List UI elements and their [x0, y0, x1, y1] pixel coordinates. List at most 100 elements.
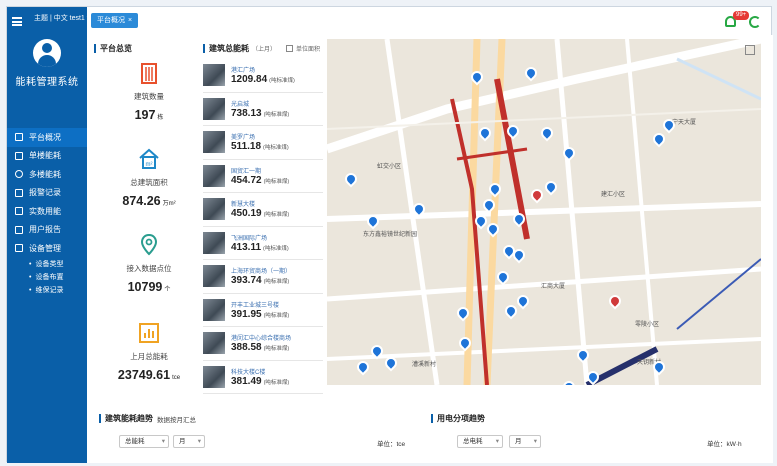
building-name: 开丰工业城三号楼	[231, 302, 280, 309]
ranking-list: 港汇广场 1209.84 (吨标准煤) 光启城 738.13 (吨标准煤) 美罗广场 51…	[203, 59, 323, 394]
list-item[interactable]: 港汇广场 1209.84 (吨标准煤)	[203, 59, 323, 93]
list-item[interactable]: 国贸汇一期 454.72 (吨标准煤)	[203, 160, 323, 193]
panel-title: 用电分项趋势	[431, 413, 485, 424]
trend-unit: 单位：tce	[377, 441, 406, 448]
energy-value: 738.13 (吨标准煤)	[231, 107, 290, 119]
building-thumbnail	[203, 365, 225, 388]
list-item[interactable]: 新慧大楼 450.19 (吨标准煤)	[203, 193, 323, 227]
map-label: 汇商大厦	[541, 284, 566, 290]
map-streets	[327, 39, 761, 385]
trend-period-select[interactable]: 月	[173, 435, 205, 448]
list-item[interactable]: 上海环贸商场（一期） 393.74 (吨标准煤)	[203, 260, 323, 294]
sidebar-item-label: 实数用能	[29, 206, 61, 216]
monitor-icon	[15, 133, 23, 142]
energy-value: 1209.84 (吨标准煤)	[231, 74, 295, 86]
sidebar-item-label: 单楼能耗	[29, 151, 61, 161]
sidebar-item-label: 设备管理	[29, 243, 61, 253]
stat-label: 上月总能耗	[130, 352, 168, 361]
building-energy-ranking: 建筑总能耗 （上月） 单位面积 港汇广场 1209.84 (吨标准煤) 光启城 738…	[203, 43, 323, 394]
tab-label: 平台概况	[97, 17, 125, 24]
svg-text:m²: m²	[146, 162, 153, 168]
list-item[interactable]: 飞洲国际广场 413.11 (吨标准煤)	[203, 227, 323, 260]
stat-building-count: 建筑数量 197 栋	[94, 61, 204, 122]
list-item[interactable]: 港闵汇中心综合楼商场 388.58 (吨标准煤)	[203, 327, 323, 361]
building-name: 科技大楼C楼	[231, 369, 266, 376]
building-name: 光启城	[231, 101, 250, 108]
stat-last-month-energy: 上月总能耗 23749.61 tce	[94, 321, 204, 382]
notification-badge: 99+	[733, 11, 750, 20]
platform-overview-panel: 平台总览 建筑数量 197 栋 m² 总建筑面积 874.26 万m² 接入数据…	[94, 43, 204, 389]
energy-value: 450.19 (吨标准煤)	[231, 208, 290, 220]
sidebar: 能耗管理系统 平台概况 单楼能耗 多楼能耗 报警记录 实数用能 用户报告 设备管…	[7, 7, 87, 463]
building-thumbnail	[203, 332, 225, 355]
sidebar-item-label: 报警记录	[29, 188, 61, 198]
sidebar-subitem-device-type[interactable]: 设备类型	[7, 258, 87, 271]
panel-title: 平台总览	[94, 43, 204, 54]
sidebar-item-user-report[interactable]: 用户报告	[7, 221, 87, 240]
bottom-panels: 建筑能耗趋势数据按月汇总 总能耗 月 单位：tce 用电分项趋势 总电耗 月 单…	[87, 405, 773, 463]
list-item[interactable]: 开丰工业城三号楼 391.95 (吨标准煤)	[203, 294, 323, 327]
sidebar-nav: 平台概况 单楼能耗 多楼能耗 报警记录 实数用能 用户报告 设备管理 • 设备类…	[7, 128, 87, 297]
building-name: 新慧大楼	[231, 202, 256, 209]
energy-value: 391.95 (吨标准煤)	[231, 308, 290, 320]
breakdown-period-select[interactable]: 月	[509, 435, 541, 448]
sidebar-item-single-building[interactable]: 单楼能耗	[7, 147, 87, 166]
building-icon	[141, 63, 157, 84]
building-name: 飞洲国际广场	[231, 235, 268, 242]
sidebar-subitem-device-layout[interactable]: 设备布置	[7, 271, 87, 284]
stat-value: 10799 个	[127, 280, 171, 294]
energy-value: 393.74 (吨标准煤)	[231, 275, 290, 287]
stat-label: 建筑数量	[134, 92, 164, 101]
document-icon	[15, 188, 23, 197]
panel-title: 建筑总能耗	[203, 43, 249, 54]
fullscreen-icon[interactable]	[745, 45, 755, 55]
sidebar-item-device-management[interactable]: 设备管理	[7, 239, 87, 258]
building-thumbnail	[203, 298, 225, 321]
map-label: 虹交小区	[377, 164, 402, 170]
building-name: 国贸汇一期	[231, 168, 262, 175]
refresh-icon[interactable]	[749, 16, 761, 28]
clock-icon	[15, 170, 23, 179]
network-icon	[15, 207, 23, 216]
building-thumbnail	[203, 164, 225, 187]
breakdown-metric-select[interactable]: 总电耗	[457, 435, 503, 448]
energy-value: 511.18 (吨标准煤)	[231, 141, 289, 153]
list-item[interactable]: 美罗广场 511.18 (吨标准煤)	[203, 126, 323, 160]
energy-value: 454.72 (吨标准煤)	[231, 174, 290, 186]
avatar[interactable]	[33, 39, 61, 67]
house-icon: m²	[139, 148, 159, 169]
stat-total-area: m² 总建筑面积 874.26 万m²	[94, 147, 204, 208]
stat-value: 23749.61 tce	[117, 368, 181, 382]
building-map[interactable]: 虹交小区 东方鑫裕镜世纪新园 建汇小区 零陵小区 天钥新村 漕溪新村 宁天大厦 …	[327, 39, 761, 385]
sidebar-item-multi-building[interactable]: 多楼能耗	[7, 165, 87, 184]
map-label: 建汇小区	[601, 192, 626, 198]
tools-icon	[15, 244, 23, 253]
tab-platform-overview[interactable]: 平台概况 ×	[91, 13, 139, 28]
energy-value: 413.11 (吨标准煤)	[231, 241, 289, 253]
stat-label: 总建筑面积	[130, 178, 168, 187]
list-item[interactable]: 科技大楼C楼 381.49 (吨标准煤)	[203, 361, 323, 394]
sidebar-subitem-maintenance[interactable]: 维保记录	[7, 284, 87, 297]
sidebar-item-label: 多楼能耗	[29, 169, 61, 179]
power-breakdown-panel: 用电分项趋势	[431, 413, 485, 424]
building-name: 港闵汇中心综合楼商场	[231, 336, 292, 343]
building-name: 上海环贸商场（一期）	[231, 269, 292, 276]
energy-value: 388.58 (吨标准煤)	[231, 342, 290, 354]
sidebar-item-realtime-energy[interactable]: 实数用能	[7, 202, 87, 221]
list-item[interactable]: 光启城 738.13 (吨标准煤)	[203, 93, 323, 126]
sidebar-item-platform-overview[interactable]: 平台概况	[7, 128, 87, 147]
stat-data-points: 接入数据点位 10799 个	[94, 233, 204, 294]
energy-value: 381.49 (吨标准煤)	[231, 375, 290, 387]
user-menu[interactable]: 主题 | 中文 test1 ▾	[34, 13, 90, 23]
close-icon[interactable]: ×	[128, 17, 132, 24]
building-thumbnail	[203, 64, 225, 87]
app-title: 能耗管理系统	[15, 77, 79, 88]
top-bar: 主题 | 中文 test1 ▾ 平台概况 × 99+	[7, 7, 773, 35]
per-area-checkbox[interactable]	[286, 45, 294, 52]
stat-value: 197 栋	[134, 108, 164, 122]
main-content: 平台总览 建筑数量 197 栋 m² 总建筑面积 874.26 万m² 接入数据…	[87, 35, 773, 463]
sidebar-item-alarm-records[interactable]: 报警记录	[7, 184, 87, 203]
trend-metric-select[interactable]: 总能耗	[119, 435, 169, 448]
report-icon	[15, 225, 23, 234]
map-label: 东方鑫裕镜世纪新园	[363, 232, 418, 238]
